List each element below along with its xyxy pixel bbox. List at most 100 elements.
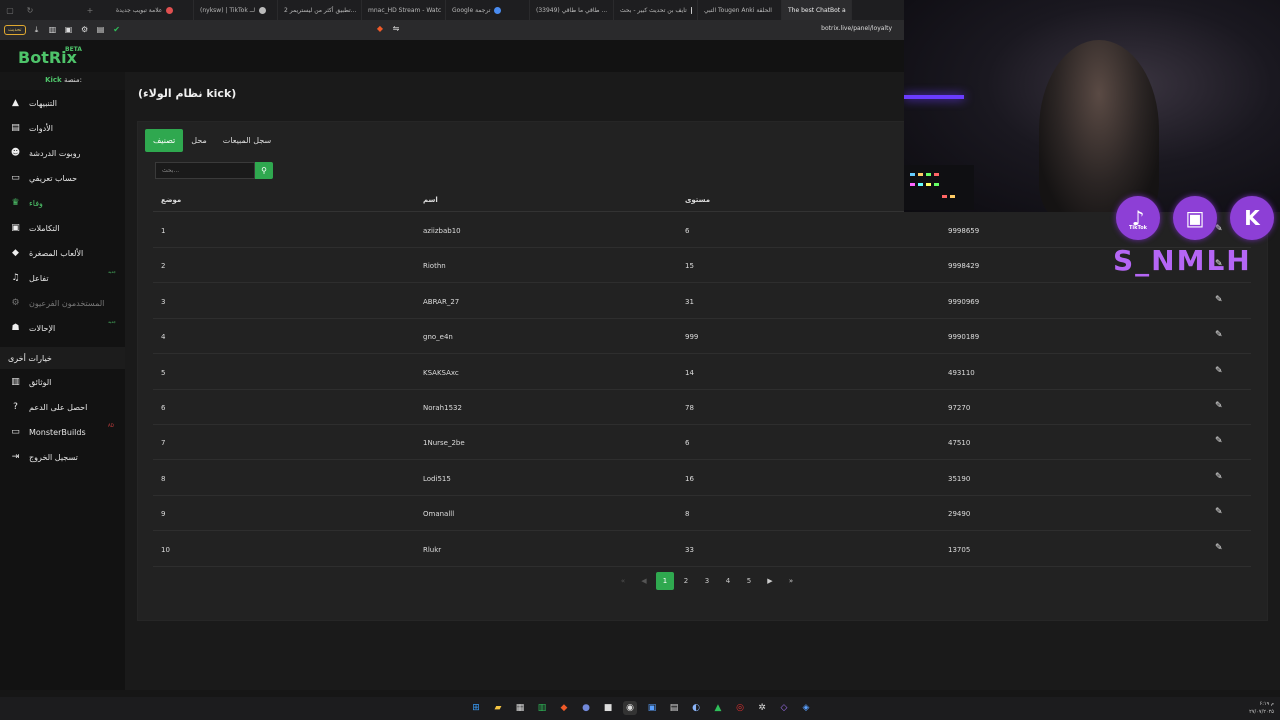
wallet-icon[interactable]: ▤ <box>96 25 106 35</box>
sidebar-item-monitor[interactable]: ▭ MonsterBuilds <box>0 420 125 444</box>
edit-icon[interactable]: ✎ <box>1215 436 1223 446</box>
sheets-icon[interactable]: ▥ <box>535 701 549 715</box>
sidebar-item-warning[interactable]: ▲ التنبيهات <box>0 91 125 115</box>
browser-tab[interactable]: تايف بن تحديث كبير - بحث <box>614 0 698 20</box>
edit-icon[interactable]: ✎ <box>1215 330 1223 340</box>
lock-app-icon[interactable]: ▲ <box>711 701 725 715</box>
header-name: اسم <box>423 196 438 204</box>
discord-icon[interactable]: ● <box>579 701 593 715</box>
search-button[interactable]: ⚲ <box>255 162 273 179</box>
app-header <box>0 40 904 72</box>
update-button[interactable]: تحديث <box>4 25 26 35</box>
cell-points: 9998659 <box>948 227 980 235</box>
tab-ranking[interactable]: تصنيف <box>145 129 184 152</box>
browser-tab-strip: ▢ ↻ + علامة تبويب جديدة (nyksw) | TikTok … <box>0 0 904 20</box>
edit-icon[interactable]: ✎ <box>1215 366 1223 376</box>
history-icon[interactable]: ↻ <box>20 6 40 15</box>
tab-label: (nyksw) | TikTok لــ <box>200 6 256 14</box>
edit-icon[interactable]: ✎ <box>1215 472 1223 482</box>
edit-icon[interactable]: ✎ <box>1215 543 1223 553</box>
sidebar-item-integration[interactable]: ▣ التكاملات <box>0 216 125 240</box>
calendar-app-icon[interactable]: ▦ <box>513 701 527 715</box>
settings-icon[interactable]: ⚙ <box>80 25 90 35</box>
streamer <box>1039 40 1159 212</box>
window-menu-icon[interactable]: ▢ <box>0 6 20 15</box>
sidebar-item-trophy[interactable]: ♛ وفاء <box>0 191 125 215</box>
search-input[interactable]: بحث... <box>155 162 255 179</box>
file-explorer-icon[interactable]: ▰ <box>491 701 505 715</box>
table-row: 2 Riothn 15 9998429 ✎ <box>153 248 1251 284</box>
settings-app-icon[interactable]: ✲ <box>755 701 769 715</box>
table-row: 1 aziizbab10 6 9998659 ✎ <box>153 213 1251 248</box>
first-page-icon[interactable]: « <box>614 572 632 590</box>
sidebar-item-referrals[interactable]: ☗ الإحالات <box>0 316 125 340</box>
edit-icon[interactable]: ✎ <box>1215 507 1223 517</box>
address-bar[interactable]: botrix.live/panel/loyalty <box>821 25 892 32</box>
browser-tab[interactable]: تطبيق أكثر من ليستريمر 2... <box>278 0 362 20</box>
tab-label: Google ترجمة <box>452 6 491 14</box>
page-button[interactable]: 5 <box>740 572 758 590</box>
page-button[interactable]: 1 <box>656 572 674 590</box>
cell-position: 6 <box>161 404 166 412</box>
table-row: 5 KSAKSAxc 14 493110 ✎ <box>153 355 1251 390</box>
tools-icon: ▤ <box>11 123 20 133</box>
cell-name: ABRAR_27 <box>423 297 460 306</box>
media-icon[interactable]: ■ <box>601 701 615 715</box>
sidebar-item-tools[interactable]: ▤ الأدوات <box>0 116 125 140</box>
sidebar-item-games[interactable]: ◆ الألعاب المصغرة <box>0 241 125 265</box>
cell-points: 13705 <box>948 545 971 554</box>
browser-tab[interactable]: The best ChatBot a <box>782 0 852 20</box>
screenshot-icon[interactable]: ▣ <box>64 25 74 35</box>
steam-icon[interactable]: ◐ <box>689 701 703 715</box>
reader-icon[interactable]: ⇋ <box>391 24 401 34</box>
sidebar-item-music[interactable]: ♫ تفاعل <box>0 266 125 290</box>
tab-sales-log[interactable]: سجل المبيعات <box>215 129 279 152</box>
browser-tab[interactable]: Google ترجمة <box>446 0 530 20</box>
cell-position: 8 <box>161 474 166 483</box>
record-icon[interactable]: ◎ <box>733 701 747 715</box>
tab-label: mnac_HD Stream - Watc <box>368 6 442 14</box>
page-button[interactable]: 2 <box>677 572 695 590</box>
app-icon[interactable]: ▣ <box>645 701 659 715</box>
tab-label: علامة تبويب جديدة <box>116 6 163 14</box>
browser-tab[interactable]: التبي Tougen Anki الحلقة <box>698 0 782 20</box>
brave-shield-icon[interactable]: ◆ <box>375 24 385 34</box>
obs-icon[interactable]: ◉ <box>623 701 637 715</box>
tab-label: التبي Tougen Anki الحلقة <box>704 6 772 14</box>
next-page-icon[interactable]: ▶ <box>761 572 779 590</box>
store-icon[interactable]: ▤ <box>667 701 681 715</box>
loyalty-tabs: تصنيف محل سجل المبيعات <box>145 129 279 152</box>
sidebar-item-logout[interactable]: ⇥ تسجيل الخروج <box>0 445 125 469</box>
page-button[interactable]: 4 <box>719 572 737 590</box>
browser-tab[interactable]: (nyksw) | TikTok لــ <box>194 0 278 20</box>
browser-tab[interactable]: (33949) طاقي ما طاقي ... <box>530 0 614 20</box>
last-page-icon[interactable]: » <box>782 572 800 590</box>
ai-app-icon[interactable]: ◇ <box>777 701 791 715</box>
cell-points: 29490 <box>948 510 971 519</box>
tab-shop[interactable]: محل <box>183 129 215 152</box>
edit-icon[interactable]: ✎ <box>1215 401 1223 411</box>
edit-icon[interactable]: ✎ <box>1215 295 1223 305</box>
sidebar-item-docs[interactable]: ▥ الوثائق <box>0 370 125 394</box>
sidebar-badge: جديد <box>108 269 116 274</box>
table-row: 4 gno_e4n 999 9990189 ✎ <box>153 319 1251 355</box>
brave-icon[interactable]: ◆ <box>557 701 571 715</box>
start-icon[interactable]: ⊞ <box>469 701 483 715</box>
sidebar-item-help[interactable]: ? احصل على الدعم <box>0 395 125 419</box>
tiktok-icon: ♪ TikTok <box>1116 196 1160 240</box>
library-icon[interactable]: ▥ <box>48 25 58 35</box>
sidebar-item-robot[interactable]: ☻ روبوت الدردشة <box>0 141 125 165</box>
browser-tab[interactable]: mnac_HD Stream - Watc <box>362 0 446 20</box>
new-tab-plus-icon[interactable]: + <box>80 6 100 15</box>
taskbar: ⊞ ▰ ▦ ▥ ◆ ● ■ ◉ ▣ ▤ ◐ ▲ ◎ ✲ ◇ ◈ ۶:۱۹ م ۲… <box>0 697 1280 720</box>
system-tray[interactable]: ۶:۱۹ م ۲۷/۰۷/۲۰۲۵ <box>1249 700 1274 716</box>
page-button[interactable]: 3 <box>698 572 716 590</box>
download-icon[interactable]: ⤓ <box>32 25 42 35</box>
sidebar-item-id-card[interactable]: ▭ حساب تعريفي <box>0 166 125 190</box>
app-extra-icon[interactable]: ◈ <box>799 701 813 715</box>
browser-tab[interactable]: علامة تبويب جديدة <box>110 0 194 20</box>
tab-favicon-icon <box>259 6 267 14</box>
shield-check-icon[interactable]: ✔ <box>112 25 122 35</box>
sidebar-item-users-gear[interactable]: ⚙ المستخدمون الفرعيون <box>0 291 125 315</box>
prev-page-icon[interactable]: ◀ <box>635 572 653 590</box>
